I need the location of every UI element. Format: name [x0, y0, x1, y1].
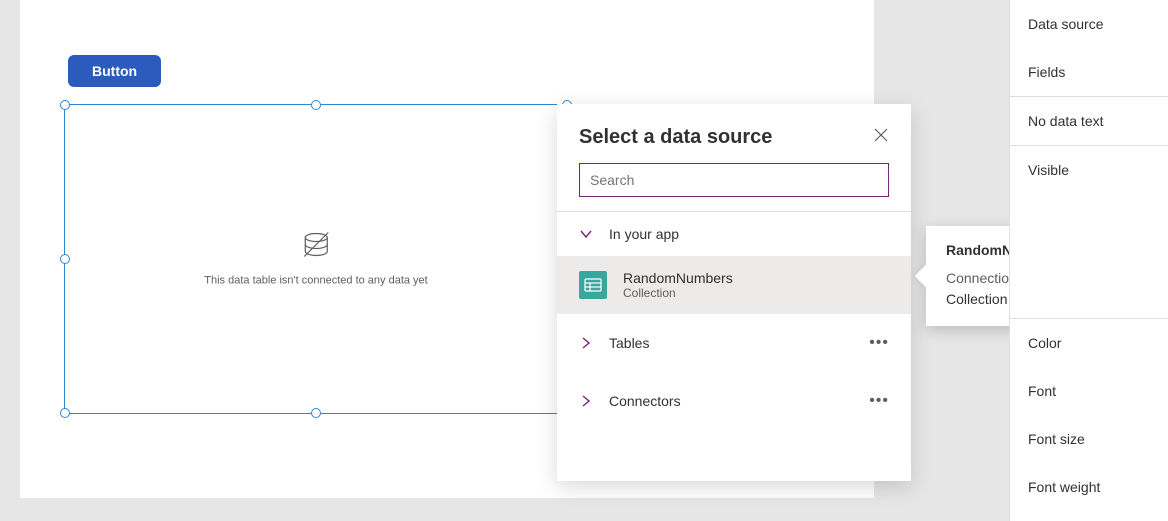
- chevron-down-icon: [579, 227, 593, 241]
- prop-font-weight[interactable]: Font weight: [1010, 463, 1168, 511]
- prop-data-source[interactable]: Data source: [1010, 0, 1168, 48]
- popup-title: Select a data source: [579, 126, 772, 149]
- database-icon: [301, 232, 331, 260]
- prop-fields[interactable]: Fields: [1010, 48, 1168, 96]
- resize-handle[interactable]: [60, 408, 70, 418]
- data-source-popup: Select a data source In your app: [557, 104, 911, 481]
- properties-panel: Data source Fields No data text Visible …: [1009, 0, 1168, 521]
- close-icon[interactable]: [873, 127, 889, 148]
- section-label: In your app: [609, 226, 889, 242]
- chevron-right-icon: [579, 394, 593, 408]
- item-subtitle: Collection: [623, 286, 733, 300]
- item-name: RandomNumbers: [623, 270, 733, 286]
- section-label: Connectors: [609, 393, 853, 409]
- collection-icon: [579, 271, 607, 299]
- data-source-item-randomnumbers[interactable]: RandomNumbers Collection: [557, 256, 911, 314]
- section-connectors[interactable]: Connectors •••: [557, 372, 911, 430]
- prop-font[interactable]: Font: [1010, 367, 1168, 415]
- prop-no-data-text[interactable]: No data text: [1010, 96, 1168, 145]
- chevron-right-icon: [579, 336, 593, 350]
- section-label: Tables: [609, 335, 853, 351]
- prop-visible[interactable]: Visible: [1010, 145, 1168, 318]
- button-control[interactable]: Button: [68, 55, 161, 87]
- prop-font-size[interactable]: Font size: [1010, 415, 1168, 463]
- resize-handle[interactable]: [60, 100, 70, 110]
- empty-state: This data table isn't connected to any d…: [204, 232, 427, 287]
- resize-handle[interactable]: [60, 254, 70, 264]
- section-tables[interactable]: Tables •••: [557, 314, 911, 372]
- data-table-control[interactable]: This data table isn't connected to any d…: [64, 104, 568, 414]
- more-icon[interactable]: •••: [869, 392, 889, 410]
- more-icon[interactable]: •••: [869, 334, 889, 352]
- prop-color[interactable]: Color: [1010, 318, 1168, 367]
- search-input[interactable]: [579, 163, 889, 197]
- empty-state-text: This data table isn't connected to any d…: [204, 275, 427, 287]
- section-in-your-app[interactable]: In your app: [557, 212, 911, 256]
- resize-handle[interactable]: [311, 408, 321, 418]
- resize-handle[interactable]: [311, 100, 321, 110]
